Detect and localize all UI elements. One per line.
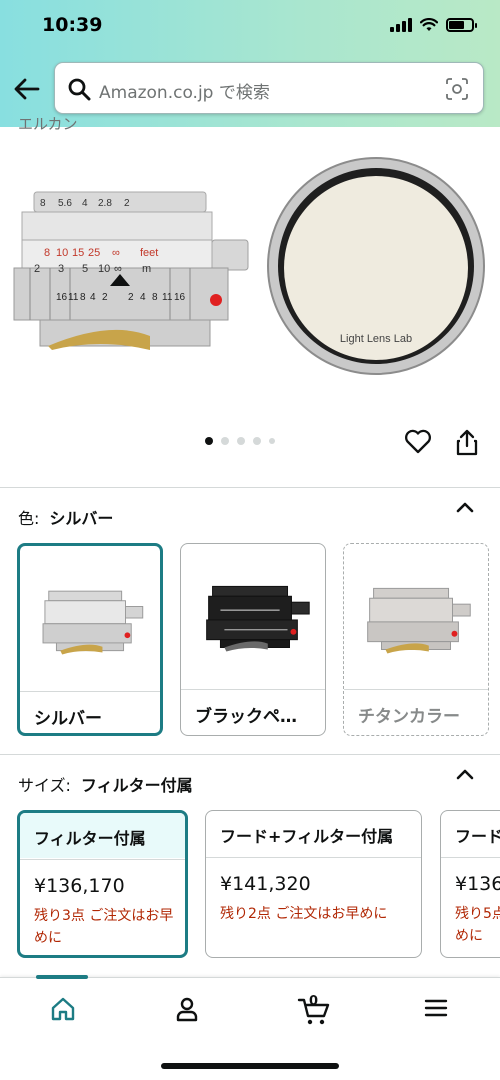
svg-text:8: 8 (80, 292, 86, 303)
color-option-label: シルバー (34, 709, 102, 729)
svg-text:2: 2 (34, 263, 40, 275)
size-option-price: ¥141,320 (220, 873, 311, 895)
svg-text:4: 4 (82, 198, 88, 209)
size-selected-value: フィルター付属 (80, 776, 193, 795)
svg-text:16: 16 (174, 292, 186, 303)
divider (0, 754, 500, 755)
svg-text:∞: ∞ (114, 263, 122, 275)
svg-text:11: 11 (68, 292, 79, 303)
svg-text:8: 8 (44, 247, 50, 259)
carousel-dot[interactable] (221, 437, 229, 445)
filter-text: Light Lens Lab (340, 333, 412, 345)
carousel-dot[interactable] (253, 437, 261, 445)
nav-active-indicator (36, 975, 88, 979)
size-option-stock: 残り5点 ご注文はお早めに (455, 906, 500, 944)
svg-text:4: 4 (90, 292, 96, 303)
size-option-price: ¥136 (455, 873, 500, 895)
lens-image: 8 5.6 4 2.8 2 8 10 15 25 ∞ feet 235 10 ∞ m 16 11 8 … (13, 191, 249, 350)
svg-text:8: 8 (152, 292, 158, 303)
svg-text:11: 11 (162, 292, 173, 303)
color-selected-value: シルバー (49, 509, 114, 528)
silver-lens-thumbnail (42, 590, 144, 655)
back-arrow-icon[interactable] (12, 74, 42, 104)
account-icon[interactable] (174, 996, 200, 1022)
product-image-gallery[interactable]: 8 5.6 4 2.8 2 8 10 15 25 ∞ feet 235 10 ∞ m 16 11 8 … (0, 150, 500, 420)
search-placeholder: Amazon.co.jp で検索 (99, 83, 270, 103)
size-option-label: フード+フィルター付属 (220, 827, 394, 846)
heart-icon[interactable] (404, 428, 432, 454)
svg-text:5: 5 (82, 263, 88, 275)
chevron-up-icon[interactable] (456, 767, 474, 781)
color-option-label: ブラックペ… (195, 707, 297, 727)
search-icon (68, 78, 91, 101)
color-option-label: チタンカラー (358, 707, 460, 727)
chevron-up-icon[interactable] (456, 500, 474, 514)
menu-icon[interactable] (424, 996, 448, 1020)
status-time: 10:39 (42, 14, 103, 36)
share-icon[interactable] (455, 428, 479, 456)
battery-icon (446, 18, 477, 32)
size-option-filter[interactable]: フィルター付属 ¥136,170 残り3点 ご注文はお早めに (17, 810, 188, 958)
color-option-black[interactable]: ブラックペ… (180, 543, 326, 736)
home-icon[interactable] (50, 996, 76, 1022)
size-option-label: フード (455, 827, 500, 846)
header-bar: 10:39 Amazon.co.jp で検索 (0, 0, 500, 127)
svg-text:2: 2 (124, 198, 130, 209)
black-lens-thumbnail (206, 585, 310, 652)
size-option-price: ¥136,170 (34, 875, 125, 897)
divider (0, 487, 500, 488)
home-indicator (161, 1063, 339, 1069)
svg-text:8: 8 (40, 198, 46, 209)
svg-text:m: m (142, 263, 151, 275)
svg-text:2: 2 (128, 292, 134, 303)
filter-image: Light Lens Lab (267, 157, 485, 375)
carousel-dot[interactable] (269, 438, 275, 444)
svg-text:2.8: 2.8 (98, 198, 112, 209)
size-option-hood-filter[interactable]: フード+フィルター付属 ¥141,320 残り2点 ご注文はお早めに (205, 810, 422, 958)
camera-scan-icon[interactable] (445, 77, 469, 101)
size-selector-label: サイズ: フィルター付属 (18, 776, 193, 795)
svg-text:16: 16 (56, 292, 68, 303)
color-selector-label: 色: シルバー (18, 509, 114, 528)
color-option-silver[interactable]: シルバー (17, 543, 163, 736)
color-option-titanium[interactable]: チタンカラー (343, 543, 489, 736)
size-option-stock: 残り2点 ご注文はお早めに (220, 906, 388, 922)
svg-text:5.6: 5.6 (58, 198, 72, 209)
carousel-dot[interactable] (237, 437, 245, 445)
svg-text:∞: ∞ (112, 247, 120, 259)
svg-text:3: 3 (58, 263, 64, 275)
size-option-label: フィルター付属 (20, 813, 185, 858)
svg-text:2: 2 (102, 292, 108, 303)
signal-icon (390, 18, 412, 32)
titanium-lens-thumbnail (367, 587, 471, 654)
cart-count: 0 (309, 994, 319, 1009)
svg-text:10: 10 (56, 247, 68, 259)
svg-text:25: 25 (88, 247, 100, 259)
svg-text:15: 15 (72, 247, 84, 259)
status-icons (390, 18, 477, 32)
size-option-stock: 残り3点 ご注文はお早めに (34, 908, 174, 946)
svg-text:4: 4 (140, 292, 146, 303)
carousel-dot[interactable] (205, 437, 213, 445)
carousel-dots[interactable] (205, 437, 275, 445)
svg-text:feet: feet (140, 247, 158, 259)
wifi-icon (420, 18, 438, 31)
search-input[interactable]: Amazon.co.jp で検索 (54, 62, 484, 114)
brand-name-partial: エルカン (18, 115, 78, 131)
size-option-hood[interactable]: フード ¥136 残り5点 ご注文はお早めに (440, 810, 500, 958)
cart-button[interactable]: 0 (297, 994, 331, 1030)
svg-text:10: 10 (98, 263, 110, 275)
